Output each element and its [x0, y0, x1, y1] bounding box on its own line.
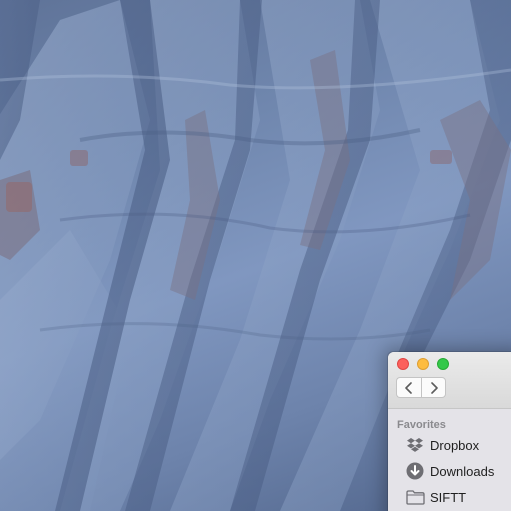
zoom-button[interactable]	[437, 358, 449, 370]
finder-window[interactable]: Favorites Dropbox Downloads SIFTT	[388, 352, 511, 511]
chevron-right-icon	[430, 381, 438, 394]
sidebar-item-label: Dropbox	[430, 437, 480, 453]
back-forward-control	[396, 377, 446, 398]
downloads-icon	[405, 461, 425, 481]
sidebar-item-siftt[interactable]: SIFTT	[388, 484, 511, 510]
minimize-button[interactable]	[417, 358, 429, 370]
sidebar-item-downloads[interactable]: Downloads	[388, 458, 511, 484]
forward-button[interactable]	[421, 377, 446, 398]
sidebar-item-dropbox[interactable]: Dropbox	[388, 432, 511, 458]
sidebar-section-favorites: Favorites	[397, 419, 446, 431]
chevron-left-icon	[405, 381, 412, 394]
back-button[interactable]	[396, 377, 421, 398]
folder-icon	[405, 487, 425, 507]
sidebar-item-label: SIFTT	[430, 489, 467, 505]
sidebar-item-label: Downloads	[430, 463, 495, 479]
finder-sidebar: Favorites Dropbox Downloads SIFTT	[388, 409, 511, 511]
dropbox-icon	[405, 435, 425, 455]
close-button[interactable]	[397, 358, 409, 370]
desktop: Favorites Dropbox Downloads SIFTT	[0, 0, 511, 511]
finder-titlebar[interactable]	[388, 352, 511, 409]
